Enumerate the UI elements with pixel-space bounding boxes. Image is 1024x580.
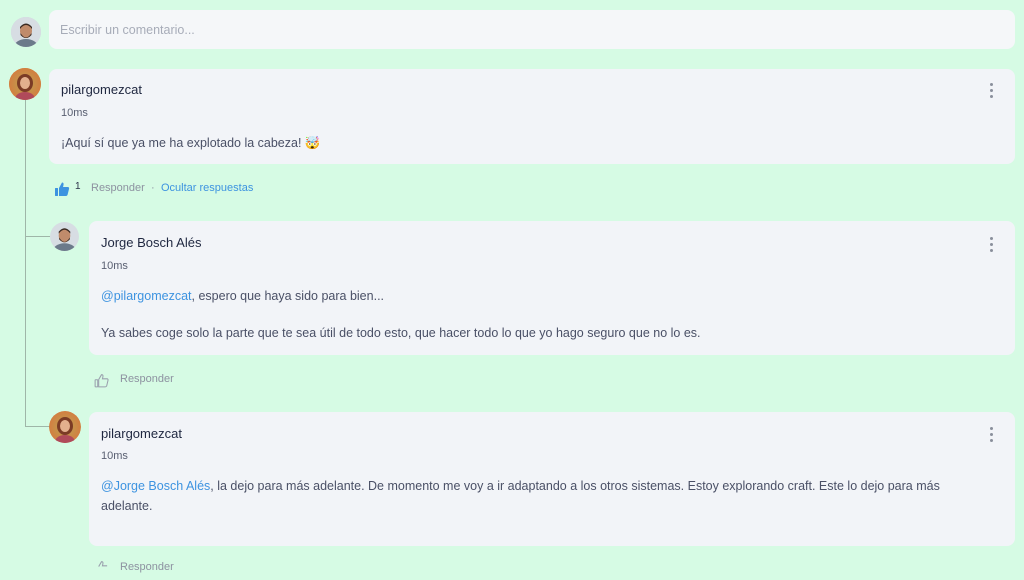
kebab-menu-icon[interactable] xyxy=(981,424,1001,444)
mention-link[interactable]: @pilargomezcat xyxy=(101,289,192,303)
reply-text-body: , la dejo para más adelante. De momento … xyxy=(101,479,940,513)
reply-button[interactable]: Responder xyxy=(120,561,174,573)
thumbs-up-filled-icon xyxy=(55,182,70,196)
reply-text-paragraph: Ya sabes coge solo la parte que te sea ú… xyxy=(101,326,701,340)
comment-time: 10ms xyxy=(61,107,88,119)
comment-avatar[interactable] xyxy=(9,68,41,100)
separator-dot: · xyxy=(151,182,155,194)
kebab-menu-icon[interactable] xyxy=(981,234,1001,254)
comment-author[interactable]: pilargomezcat xyxy=(61,82,142,97)
reply-card: Jorge Bosch Alés 10ms @pilargomezcat, es… xyxy=(89,221,1015,355)
comment-input[interactable]: Escribir un comentario... xyxy=(49,10,1015,49)
thread-connector-reply-1 xyxy=(25,236,50,237)
reply-avatar[interactable] xyxy=(49,411,81,443)
reply-button[interactable]: Responder xyxy=(91,182,145,194)
comment-card: pilargomezcat 10ms ¡Aquí sí que ya me ha… xyxy=(49,69,1015,164)
reply-text: @Jorge Bosch Alés, la dejo para más adel… xyxy=(101,476,991,516)
thumbs-up-outline-icon xyxy=(94,374,109,388)
comment-text: ¡Aquí sí que ya me ha explotado la cabez… xyxy=(61,136,321,150)
reply-time: 10ms xyxy=(101,450,128,462)
thread-line xyxy=(25,100,26,426)
comment-input-placeholder: Escribir un comentario... xyxy=(60,22,195,37)
reply-text: @pilargomezcat, espero que haya sido par… xyxy=(101,286,384,306)
mention-link[interactable]: @Jorge Bosch Alés xyxy=(101,479,210,493)
reply-card: pilargomezcat 10ms @Jorge Bosch Alés, la… xyxy=(89,412,1015,546)
reply-time: 10ms xyxy=(101,260,128,272)
like-button[interactable] xyxy=(54,181,70,197)
reply-avatar[interactable] xyxy=(50,222,79,251)
thread-connector-reply-2 xyxy=(25,426,50,427)
reply-text-body: , espero que haya sido para bien... xyxy=(191,289,385,303)
hide-replies-link[interactable]: Ocultar respuestas xyxy=(161,182,253,194)
like-count: 1 xyxy=(75,181,81,192)
like-button[interactable] xyxy=(94,373,109,388)
reply-author[interactable]: pilargomezcat xyxy=(101,426,182,441)
reply-author[interactable]: Jorge Bosch Alés xyxy=(101,235,201,250)
reply-button[interactable]: Responder xyxy=(120,373,174,385)
kebab-menu-icon[interactable] xyxy=(981,80,1001,100)
current-user-avatar xyxy=(11,17,41,47)
